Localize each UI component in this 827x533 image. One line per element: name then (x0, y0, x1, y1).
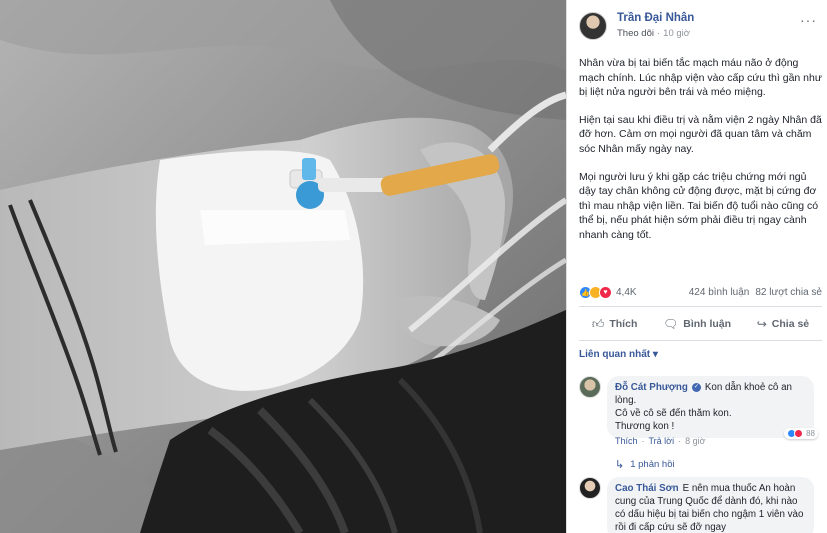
like-label: Thích (609, 318, 638, 330)
comment-like-link[interactable]: Thích (615, 436, 638, 446)
share-count[interactable]: 82 lượt chia sẻ (755, 287, 822, 298)
action-bar: 👍︎ Thích 🗨︎ Bình luận ↪ Chia sẻ (579, 312, 822, 336)
comment-bubble: Cao Thái Sơn E nên mua thuốc An hoàn cung… (607, 477, 814, 533)
post-panel: Trần Đại Nhân Theo dõi · 10 giờ ··· Nhân… (566, 0, 827, 533)
post-header: Trần Đại Nhân Theo dõi · 10 giờ (579, 12, 694, 40)
commenter-avatar[interactable] (579, 477, 601, 499)
share-icon: ↪ (756, 317, 767, 331)
comment-count[interactable]: 424 bình luận (689, 287, 750, 298)
share-button[interactable]: ↪ Chia sẻ (757, 317, 809, 331)
post-body: Nhân vừa bị tai biến tắc mạch máu não ở … (579, 56, 822, 256)
comment-icon: 🗨︎ (663, 317, 679, 331)
comment-reaction-count: 88 (806, 429, 815, 438)
divider (579, 306, 822, 307)
view-replies-link[interactable]: ↳ 1 phản hồi (615, 458, 675, 471)
commenter-avatar[interactable] (579, 376, 601, 398)
commenter-name[interactable]: Cao Thái Sơn (615, 483, 679, 494)
more-options-icon[interactable]: ··· (800, 12, 817, 28)
post-paragraph: Hiện tại sau khi điều trị và nằm viện 2 … (579, 113, 822, 155)
post-paragraph: Mọi người lưu ý khi gặp các triệu chứng … (579, 170, 819, 241)
follow-link[interactable]: Theo dõi (617, 28, 654, 39)
reaction-icons[interactable]: 👍 ♥ (579, 286, 612, 299)
reaction-count[interactable]: 4,4K (616, 287, 637, 298)
comment-bubble: Đỗ Cát Phượng ✓ Kon dẫn khoẻ cô an lòng. C… (607, 376, 814, 438)
comment-sort-dropdown[interactable]: Liên quan nhất ▾ (579, 349, 658, 360)
like-button[interactable]: 👍︎ Thích (592, 317, 638, 332)
comment-label: Bình luận (683, 318, 732, 330)
comment-reactions[interactable]: 88 (784, 428, 818, 439)
love-reaction-icon (794, 429, 804, 438)
comment-text: Thương kon ! (615, 421, 675, 432)
reply-arrow-icon: ↳ (615, 459, 625, 471)
post-stats: 👍 ♥ 4,4K 424 bình luận 82 lượt chia sẻ (579, 286, 822, 299)
commenter-name[interactable]: Đỗ Cát Phượng (615, 382, 688, 393)
sort-label: Liên quan nhất (579, 349, 651, 360)
meta-separator: · (656, 28, 661, 39)
post-paragraph: Nhân vừa bị tai biến tắc mạch máu não ở … (579, 57, 822, 99)
comment-button[interactable]: 🗨︎ Bình luận (663, 317, 731, 331)
comment-links: Thích · Trả lời · 8 giờ (615, 436, 706, 446)
comment-text: Cô về cô sẽ đến thăm kon. (615, 408, 732, 419)
post-photo[interactable] (0, 0, 566, 533)
caret-down-icon: ▾ (652, 349, 658, 360)
comment-time[interactable]: 8 giờ (685, 436, 705, 446)
replies-label: 1 phản hồi (630, 459, 675, 470)
author-avatar[interactable] (579, 12, 607, 40)
comment-reply-link[interactable]: Trả lời (649, 436, 675, 446)
thumbs-up-icon: 👍︎ (591, 316, 605, 331)
author-name[interactable]: Trần Đại Nhân (617, 12, 694, 24)
verified-badge-icon: ✓ (691, 382, 701, 392)
post-time[interactable]: 10 giờ (663, 28, 690, 39)
hospital-hand-photo (0, 0, 566, 533)
share-label: Chia sẻ (771, 318, 810, 330)
love-reaction-icon: ♥ (599, 286, 612, 299)
divider (579, 340, 822, 341)
